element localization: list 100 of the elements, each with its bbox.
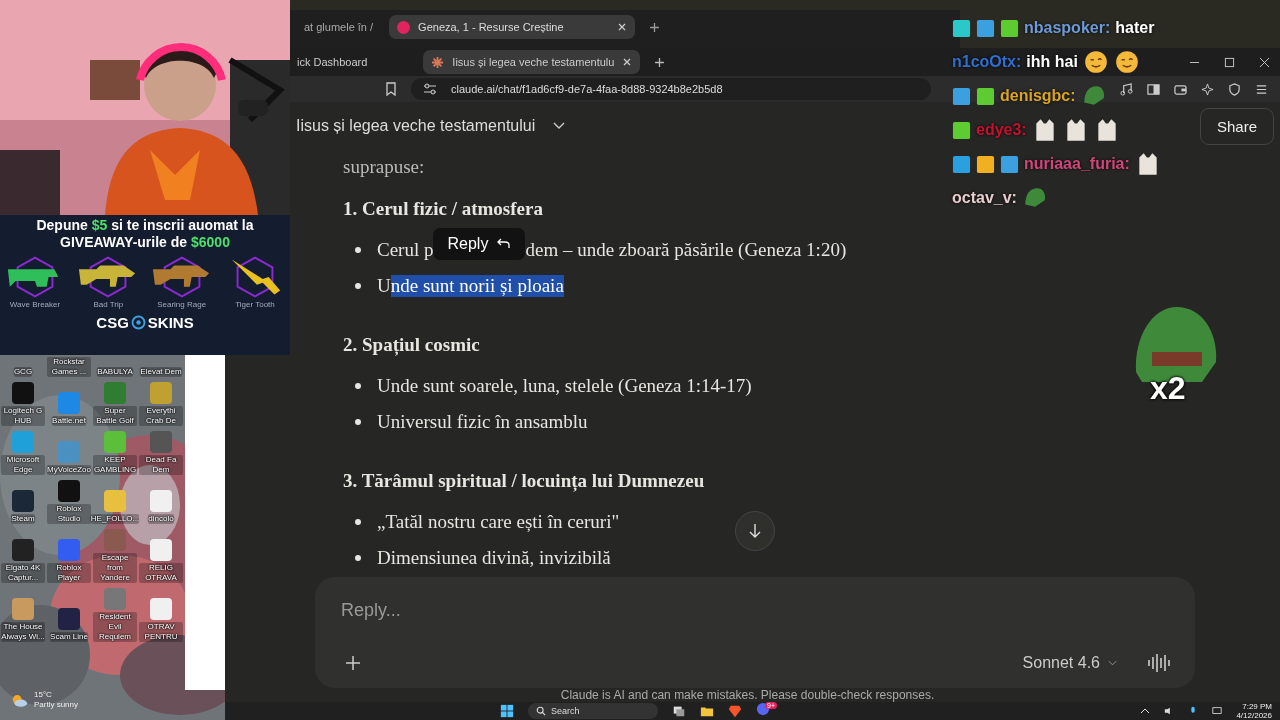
browser-tab[interactable]: Iisus și legea veche testamentulu bbox=[423, 50, 641, 74]
section-heading: 1. Cerul fizic / atmosfera bbox=[343, 198, 543, 220]
desktop-shortcut[interactable]: Logitech G HUB bbox=[1, 382, 45, 426]
share-button[interactable]: Share bbox=[1199, 107, 1274, 145]
list-item-text: „Tatăl nostru care ești în ceruri" bbox=[377, 511, 620, 533]
scroll-down-button[interactable] bbox=[735, 511, 775, 551]
skin-name: Bad Trip bbox=[93, 300, 124, 309]
desktop-shortcut[interactable]: BABULYA bbox=[93, 355, 137, 377]
browser-tab[interactable]: Geneza, 1 - Resurse Creștine bbox=[389, 15, 636, 39]
paragraph: suprapuse: bbox=[343, 156, 425, 178]
close-icon[interactable] bbox=[622, 57, 633, 67]
new-tab-icon[interactable] bbox=[649, 21, 661, 33]
browser-tab[interactable]: at glumele în / bbox=[296, 15, 382, 39]
desktop-shortcut[interactable]: RELIG OTRAVA bbox=[139, 529, 183, 583]
desktop-shortcut[interactable]: The House Always Wi... bbox=[1, 588, 45, 642]
list-item-text: Cerul p bbox=[377, 239, 434, 261]
chevron-down-icon bbox=[553, 122, 566, 130]
search-field[interactable]: Search bbox=[528, 703, 658, 719]
skin-name: Searing Rage bbox=[157, 300, 207, 309]
emote-count: x2 bbox=[1150, 370, 1186, 407]
bullet-icon bbox=[355, 555, 361, 561]
desktop-shortcut[interactable]: dincolo bbox=[139, 480, 183, 524]
skin-name: Tiger Tooth bbox=[235, 300, 275, 309]
maximize-icon[interactable] bbox=[1224, 56, 1235, 68]
ad-headline: Depune $5 si te inscrii auomat la bbox=[36, 217, 254, 234]
bookmark-icon[interactable] bbox=[385, 82, 397, 96]
chat-username: nbaspoker: bbox=[1024, 19, 1111, 37]
chat-username: denisgbc: bbox=[1000, 87, 1076, 105]
music-icon[interactable] bbox=[1120, 82, 1133, 96]
desktop-shortcut[interactable]: Super Battle Golf bbox=[93, 382, 137, 426]
bullet-icon bbox=[355, 519, 361, 525]
wink-emoji-icon bbox=[1113, 49, 1140, 75]
chat-username: nuriaaa_furia: bbox=[1024, 155, 1130, 173]
list-item-text: Dimensiunea divină, invizibilă bbox=[377, 547, 611, 569]
chat-username: edye3: bbox=[976, 121, 1027, 139]
chat-title-button[interactable]: Iisus și legea veche testamentului bbox=[292, 113, 570, 139]
disclaimer-text: Claude is AI and can make mistakes. Please double-check responses. bbox=[560, 688, 935, 702]
desktop-shortcut[interactable]: GCG bbox=[1, 355, 45, 377]
sidebar-icon[interactable] bbox=[1147, 82, 1160, 96]
brand-text: SKINS bbox=[147, 314, 194, 331]
clock[interactable]: 7:29 PM 4/12/2026 bbox=[1236, 702, 1272, 720]
address-bar[interactable]: claude.ai/chat/f1ad6cf9-de7a-4faa-8d88-9324b8e2b5d8 bbox=[411, 78, 931, 100]
desktop-shortcut[interactable]: Battle.net bbox=[47, 382, 91, 426]
wallet-icon[interactable] bbox=[1174, 82, 1187, 96]
weather-widget[interactable]: 15°C Partly sunny bbox=[10, 690, 79, 710]
sparkle-icon[interactable] bbox=[1201, 82, 1214, 96]
desktop-shortcut[interactable]: Scam Line bbox=[47, 588, 91, 642]
desktop-shortcut[interactable]: Everythi Crab De bbox=[139, 382, 183, 426]
desktop-shortcut[interactable]: Dead Fa Dem bbox=[139, 431, 183, 475]
badge-icon bbox=[976, 18, 995, 38]
chat-username: n1coOtx: bbox=[952, 53, 1022, 71]
search-icon bbox=[536, 706, 546, 716]
reply-tooltip-button[interactable]: Reply bbox=[433, 228, 526, 260]
chevron-up-icon[interactable] bbox=[1140, 706, 1151, 716]
arrow-down-icon bbox=[748, 523, 762, 539]
skin-name: Wave Breaker bbox=[9, 300, 61, 309]
voice-icon[interactable] bbox=[1147, 652, 1173, 674]
wink-emoji-icon bbox=[1082, 49, 1109, 75]
bullet-icon bbox=[355, 383, 361, 389]
site-icon bbox=[397, 20, 411, 34]
new-tab-icon[interactable] bbox=[654, 56, 666, 68]
desktop-shortcut[interactable]: Microsoft Edge bbox=[1, 431, 45, 475]
reply-input[interactable]: Reply... Sonnet 4.6 bbox=[315, 577, 1195, 688]
ad-headline: GIVEAWAY-urile de $6000 bbox=[60, 234, 230, 251]
model-selector[interactable]: Sonnet 4.6 bbox=[1016, 653, 1123, 673]
reply-arrow-icon bbox=[496, 238, 511, 250]
bullet-icon bbox=[355, 247, 361, 253]
desktop-shortcut[interactable]: Elevat Dem bbox=[139, 355, 183, 377]
menu-icon[interactable] bbox=[1255, 82, 1268, 96]
section-heading: 2. Spațiul cosmic bbox=[343, 334, 480, 356]
asterisk-icon bbox=[431, 55, 445, 69]
network-icon[interactable] bbox=[1212, 706, 1223, 716]
desktop-shortcut[interactable]: KEEP GAMBLING bbox=[93, 431, 137, 475]
task-view-icon[interactable] bbox=[672, 704, 686, 718]
desktop-shortcut[interactable]: MyVoiceZoo bbox=[47, 431, 91, 475]
bullet-icon bbox=[355, 283, 361, 289]
desktop-shortcut[interactable]: HE_FOLLO... bbox=[93, 480, 137, 524]
desktop-shortcut[interactable]: Rockstar Games ... bbox=[47, 355, 91, 377]
ad-banner[interactable]: Depune $5 si te inscrii auomat la GIVEAWAY-urile de $6000 Wave Breaker Bad Trip Searing Rage Tiger Tooth CSG SKINS bbox=[0, 215, 290, 355]
close-icon[interactable] bbox=[617, 22, 628, 32]
chat-message: ihh hai bbox=[1026, 53, 1078, 71]
desktop-shortcut[interactable]: Roblox Studio bbox=[47, 480, 91, 524]
plus-icon[interactable] bbox=[345, 655, 361, 671]
chat-message: hater bbox=[1115, 19, 1155, 37]
desktop-shortcut[interactable]: OTRAV PENTRU bbox=[139, 588, 183, 642]
badge-icon bbox=[1000, 18, 1019, 38]
desktop-shortcut[interactable]: Roblox Player bbox=[47, 529, 91, 583]
desktop-shortcut[interactable]: Elgato 4K Captur... bbox=[1, 529, 45, 583]
chat-username: octav_v: bbox=[952, 189, 1017, 207]
sun-cloud-icon bbox=[10, 692, 28, 708]
chevron-down-icon bbox=[1108, 660, 1117, 666]
start-icon[interactable] bbox=[500, 704, 514, 718]
shield-icon[interactable] bbox=[1228, 82, 1241, 96]
desktop-shortcut[interactable]: Steam bbox=[1, 480, 45, 524]
browser-tab[interactable]: ick Dashboard bbox=[289, 50, 376, 74]
list-item-text: U bbox=[377, 275, 391, 297]
list-item-text: Universul fizic în ansamblu bbox=[377, 411, 588, 433]
list-item-text: Unde sunt soarele, luna, stelele (Geneza 1:14-17) bbox=[377, 375, 752, 397]
target-icon bbox=[130, 315, 146, 330]
close-icon[interactable] bbox=[1259, 56, 1270, 68]
